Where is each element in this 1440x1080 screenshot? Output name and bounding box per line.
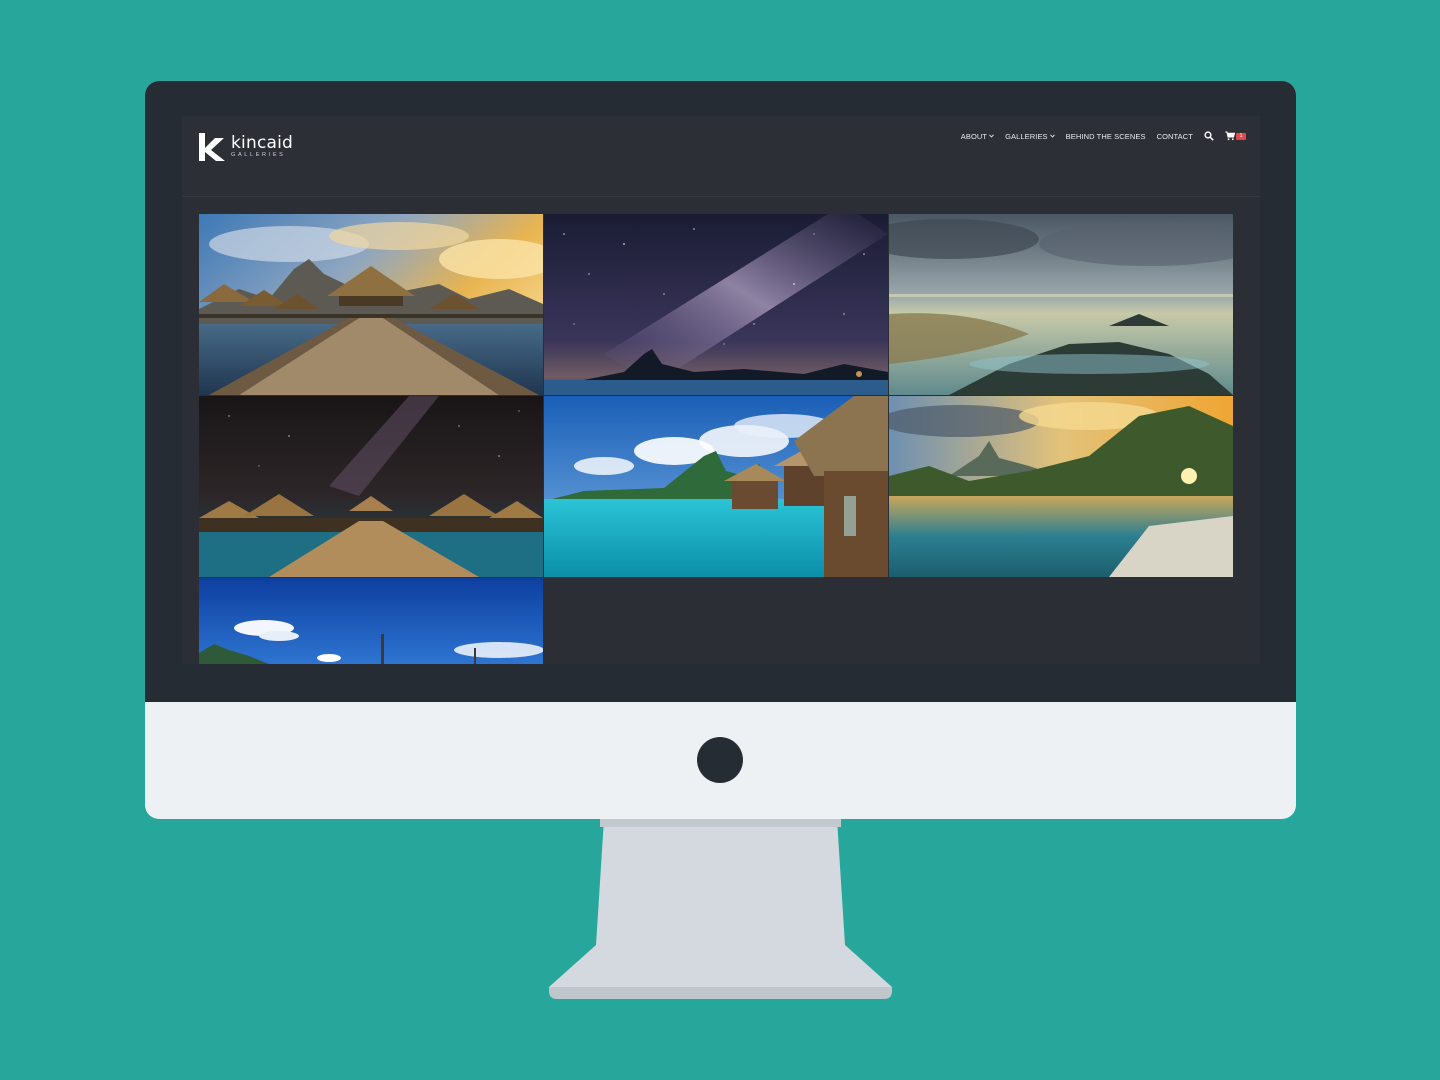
gallery-photo[interactable]: [199, 578, 543, 664]
brand-subtitle: GALLERIES: [231, 152, 286, 159]
kincaid-logo-icon: [199, 133, 225, 161]
monitor-logo-button: [697, 737, 743, 783]
monitor-bezel: kincaid GALLERIES ABOUT GALLERIES BEHIND: [145, 81, 1296, 702]
cart-button[interactable]: 1: [1225, 131, 1246, 141]
gallery-photo[interactable]: [544, 214, 888, 395]
photo-gallery: [199, 214, 1234, 664]
gallery-photo[interactable]: [889, 214, 1233, 395]
chevron-down-icon: [1049, 134, 1055, 138]
nav-behind-the-scenes[interactable]: BEHIND THE SCENES: [1066, 132, 1146, 141]
turquoise-lagoon-image: [544, 396, 888, 577]
nav-contact-label: CONTACT: [1156, 131, 1193, 141]
gallery-photo[interactable]: [199, 214, 543, 395]
search-icon[interactable]: [1204, 131, 1214, 141]
nav-behind-the-scenes-label: BEHIND THE SCENES: [1065, 131, 1146, 141]
nav-galleries-label: GALLERIES: [1005, 131, 1048, 141]
chevron-down-icon: [989, 134, 994, 138]
logo-wordmark: kincaid GALLERIES: [231, 135, 293, 159]
monitor-stand: [549, 819, 892, 999]
misty-shoreline-image: [889, 214, 1233, 395]
milky-way-image: [544, 214, 888, 395]
nav-contact[interactable]: CONTACT: [1157, 132, 1193, 141]
blue-sky-island-image: [199, 578, 543, 664]
cart-icon: [1225, 131, 1235, 141]
palm-reflection-image: [889, 396, 1233, 577]
night-bungalows-image: [199, 396, 543, 577]
main-navigation: ABOUT GALLERIES BEHIND THE SCENES CONTAC…: [961, 131, 1246, 141]
website-screen: kincaid GALLERIES ABOUT GALLERIES BEHIND: [182, 116, 1260, 664]
monitor: kincaid GALLERIES ABOUT GALLERIES BEHIND: [145, 81, 1296, 819]
boardwalk-sunset-image: [199, 214, 543, 395]
nav-about-label: ABOUT: [960, 131, 988, 141]
gallery-photo[interactable]: [199, 396, 543, 577]
gallery-photo[interactable]: [544, 396, 888, 577]
cart-count-badge: 1: [1236, 132, 1246, 140]
nav-galleries[interactable]: GALLERIES: [1005, 132, 1055, 141]
brand-logo[interactable]: kincaid GALLERIES: [198, 132, 293, 162]
gallery-photo[interactable]: [889, 396, 1233, 577]
nav-about[interactable]: ABOUT: [961, 132, 994, 141]
brand-name: kincaid: [231, 133, 294, 154]
site-header: kincaid GALLERIES ABOUT GALLERIES BEHIND: [182, 116, 1260, 197]
